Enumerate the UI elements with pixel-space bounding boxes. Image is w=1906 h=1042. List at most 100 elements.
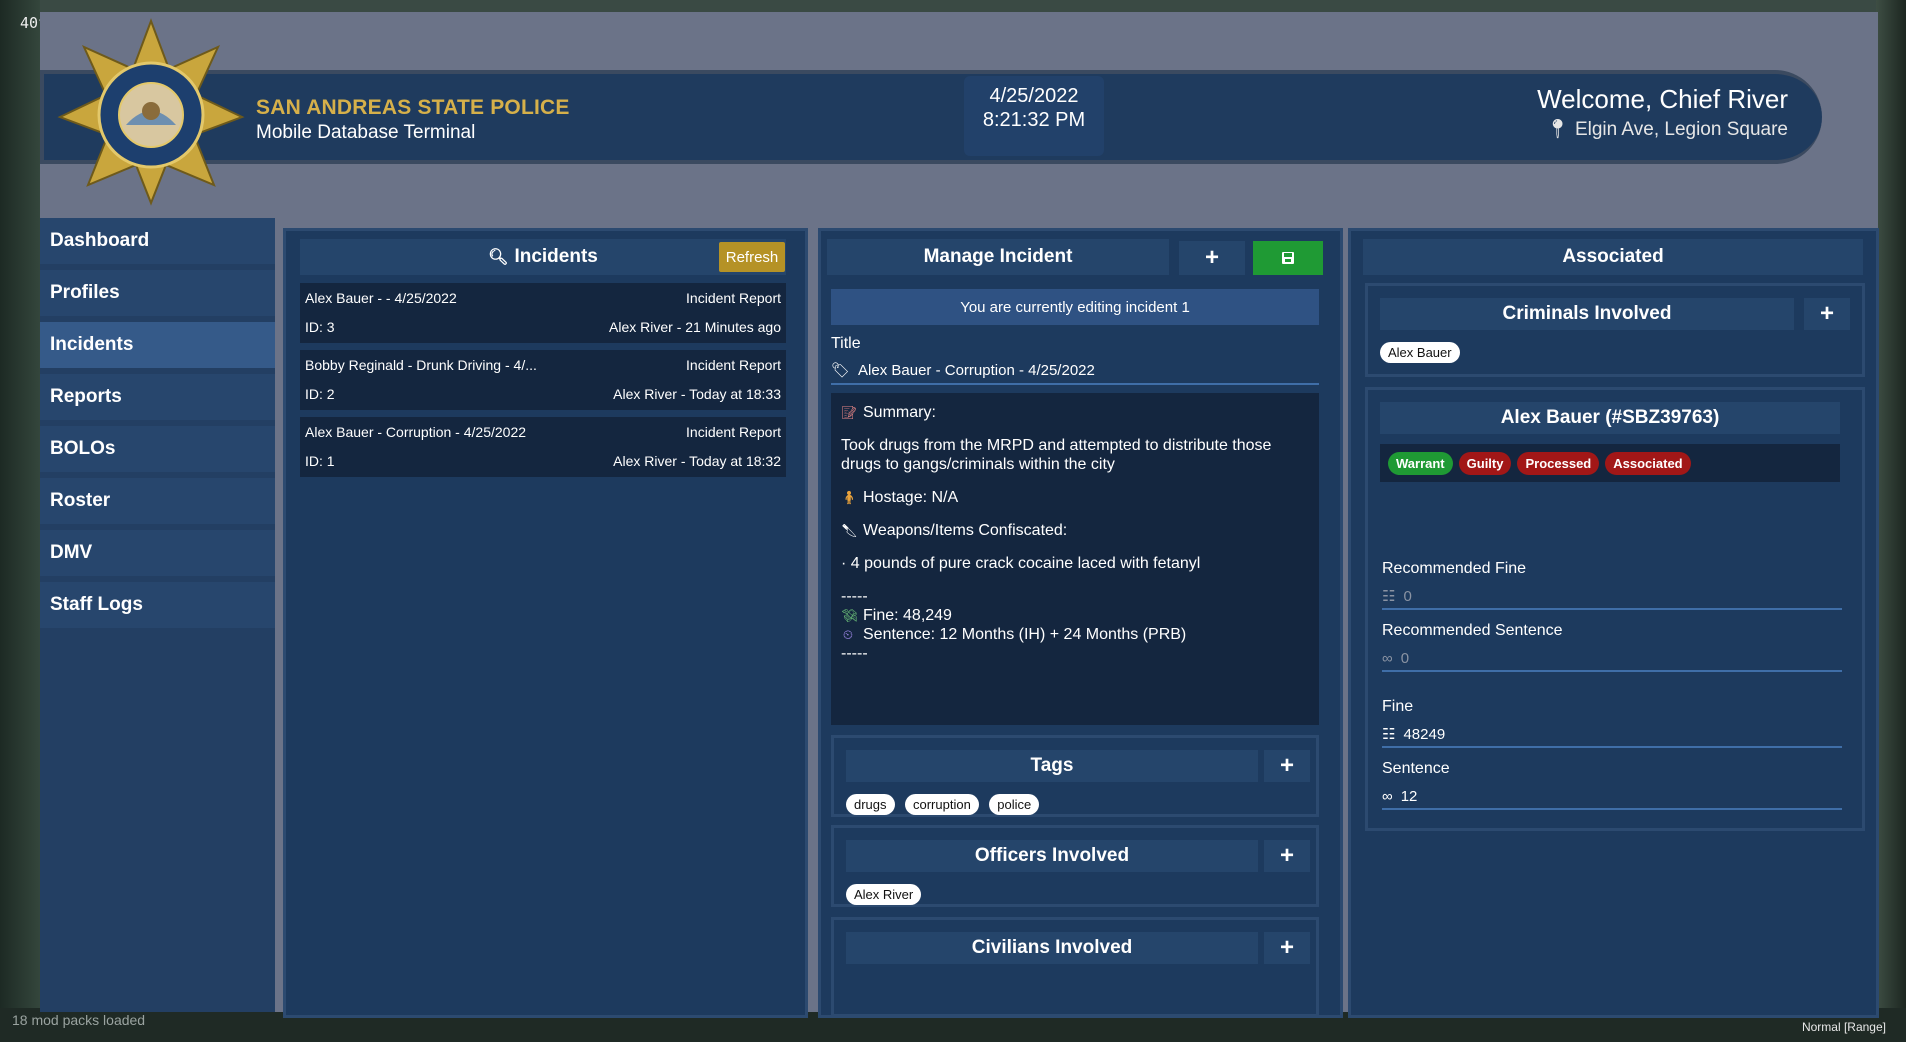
receipt-icon: ☷: [1382, 588, 1396, 605]
criminals-panel: Criminals Involved + Alex Bauer: [1365, 283, 1865, 377]
incident-id: ID: 3: [305, 319, 335, 335]
add-tag-button[interactable]: +: [1264, 750, 1310, 782]
mods-loaded-text: 18 mod packs loaded: [12, 1012, 146, 1028]
mdt-window: SAN ANDREAS STATE POLICE Mobile Database…: [40, 12, 1879, 1018]
sidebar: Dashboard Profiles Incidents Reports BOL…: [40, 218, 275, 1012]
location-text: Elgin Ave, Legion Square: [1574, 119, 1788, 140]
incident-list-item[interactable]: Alex Bauer - - 4/25/2022 Incident Report …: [300, 283, 786, 343]
add-officer-button[interactable]: +: [1264, 840, 1310, 872]
sidebar-item-bolos[interactable]: BOLOs: [40, 426, 275, 472]
recommended-sentence-value: 0: [1400, 649, 1410, 667]
game-background-right: [1876, 0, 1906, 1042]
recommended-sentence-label: Recommended Sentence: [1382, 622, 1563, 639]
incidents-header: 🔍︎ Incidents: [300, 239, 786, 275]
save-incident-button[interactable]: [1253, 241, 1323, 275]
clock-icon: ⏲︎: [842, 627, 854, 642]
terminal-subtitle: Mobile Database Terminal: [256, 122, 476, 143]
processed-toggle[interactable]: Processed: [1517, 451, 1600, 475]
search-icon: 🔍︎: [488, 249, 509, 266]
sidebar-item-staff-logs[interactable]: Staff Logs: [40, 582, 275, 628]
location-line: 📍︎ Elgin Ave, Legion Square: [1537, 117, 1788, 141]
add-civilian-button[interactable]: +: [1264, 932, 1310, 964]
sidebar-item-incidents[interactable]: Incidents: [40, 322, 275, 368]
tags-panel: Tags + drugs corruption police: [831, 735, 1319, 817]
incident-name: Bobby Reginald - Drunk Driving - 4/...: [305, 357, 537, 373]
welcome-text: Welcome, Chief River: [1537, 84, 1788, 114]
tags-title: Tags: [846, 750, 1258, 782]
summary-divider: -----: [841, 588, 868, 605]
memo-icon: 📝︎: [841, 405, 858, 420]
tag-pill[interactable]: corruption: [904, 794, 979, 815]
person-icon: 🧍︎: [841, 490, 858, 505]
summary-divider-end: -----: [841, 645, 868, 662]
sidebar-item-reports[interactable]: Reports: [40, 374, 275, 420]
incident-list-item[interactable]: Bobby Reginald - Drunk Driving - 4/... In…: [300, 350, 786, 410]
criminals-title: Criminals Involved: [1380, 298, 1794, 330]
fine-text: Fine: 48,249: [863, 607, 952, 624]
sentence-input[interactable]: ∞ 12: [1382, 784, 1842, 810]
guilty-toggle[interactable]: Guilty: [1458, 451, 1512, 475]
associated-title: Associated: [1363, 239, 1863, 275]
sidebar-item-dashboard[interactable]: Dashboard: [40, 218, 275, 264]
status-tags: Warrant Guilty Processed Associated: [1380, 444, 1840, 482]
manage-incident-title: Manage Incident: [827, 239, 1169, 275]
incident-summary-editor[interactable]: 📝︎ Summary: Took drugs from the MRPD and …: [831, 393, 1319, 725]
handcuffs-icon: ∞: [1382, 787, 1393, 805]
welcome-block: Welcome, Chief River 📍︎ Elgin Ave, Legio…: [1537, 84, 1788, 141]
incident-list-item[interactable]: Alex Bauer - Corruption - 4/25/2022 Incid…: [300, 417, 786, 477]
brand: SAN ANDREAS STATE POLICE Mobile Database…: [256, 96, 570, 144]
warrant-toggle[interactable]: Warrant: [1388, 451, 1453, 475]
incident-title-field[interactable]: 🏷︎ Alex Bauer - Corruption - 4/25/2022: [831, 357, 1319, 385]
incident-id: ID: 2: [305, 386, 335, 402]
incident-type: Incident Report: [686, 290, 781, 306]
handcuffs-icon: ∞: [1382, 649, 1393, 667]
refresh-button[interactable]: Refresh: [719, 242, 785, 272]
incident-name: Alex Bauer - Corruption - 4/25/2022: [305, 424, 527, 440]
weapons-heading: Weapons/Items Confiscated:: [863, 522, 1068, 539]
save-icon: [1282, 252, 1294, 264]
receipt-icon: ☷: [1382, 726, 1396, 743]
summary-body: Took drugs from the MRPD and attempted t…: [841, 437, 1272, 473]
tag-pill[interactable]: drugs: [846, 794, 895, 815]
add-criminal-button[interactable]: +: [1804, 298, 1850, 330]
knife-icon: 🔪︎: [841, 523, 858, 538]
summary-heading: Summary:: [863, 404, 936, 421]
recommended-sentence-field: ∞ 0: [1382, 646, 1842, 672]
new-incident-button[interactable]: +: [1179, 241, 1245, 275]
police-badge-logo: [57, 18, 245, 206]
current-time: 8:21:32 PM: [982, 109, 1086, 131]
incident-meta: Alex River - Today at 18:32: [613, 453, 781, 469]
map-pin-icon: 📍︎: [1545, 119, 1570, 140]
recommended-fine-value: 0: [1403, 587, 1412, 605]
incidents-panel: 🔍︎ Incidents Refresh Alex Bauer - - 4/25…: [283, 228, 808, 1018]
fine-label: Fine: [1382, 698, 1414, 715]
tags-list: drugs corruption police: [846, 794, 1045, 815]
fine-input[interactable]: ☷ 48249: [1382, 722, 1842, 748]
weapons-item: · 4 pounds of pure crack cocaine laced w…: [841, 555, 1201, 572]
associated-toggle[interactable]: Associated: [1605, 451, 1691, 475]
civilians-title: Civilians Involved: [846, 932, 1258, 964]
officer-pill[interactable]: Alex River: [846, 884, 922, 905]
incident-name: Alex Bauer - - 4/25/2022: [305, 290, 457, 306]
sidebar-item-roster[interactable]: Roster: [40, 478, 275, 524]
tag-pill[interactable]: police: [989, 794, 1040, 815]
criminal-detail-panel: Alex Bauer (#SBZ39763) Warrant Guilty Pr…: [1365, 387, 1865, 831]
criminals-list: Alex Bauer: [1380, 342, 1466, 363]
incident-id: ID: 1: [305, 453, 335, 469]
current-date: 4/25/2022: [989, 85, 1079, 107]
money-icon: 💸︎: [841, 608, 858, 623]
officers-panel: Officers Involved + Alex River: [831, 825, 1319, 907]
civilians-panel: Civilians Involved +: [831, 917, 1319, 1017]
agency-title: SAN ANDREAS STATE POLICE: [256, 96, 570, 119]
criminal-pill[interactable]: Alex Bauer: [1380, 342, 1460, 363]
editing-banner: You are currently editing incident 1: [831, 289, 1319, 325]
title-label: Title: [831, 335, 861, 352]
sentence-text: Sentence: 12 Months (IH) + 24 Months (PR…: [863, 626, 1187, 643]
sidebar-item-dmv[interactable]: DMV: [40, 530, 275, 576]
incident-meta: Alex River - Today at 18:33: [613, 386, 781, 402]
tag-icon: 🏷︎: [831, 362, 851, 379]
game-background-left: [0, 0, 40, 1042]
incident-meta: Alex River - 21 Minutes ago: [609, 319, 781, 335]
recommended-fine-label: Recommended Fine: [1382, 560, 1527, 577]
sidebar-item-profiles[interactable]: Profiles: [40, 270, 275, 316]
